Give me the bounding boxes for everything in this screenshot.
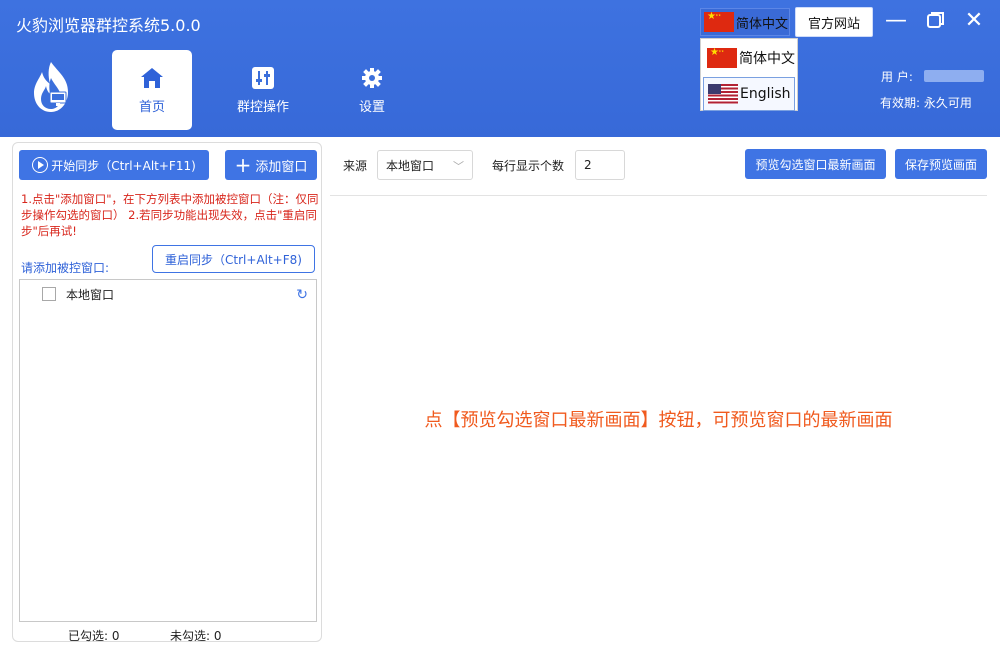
- sync-hint-text: 1.点击"添加窗口"，在下方列表中添加被控窗口（注：仅同步操作勾选的窗口） 2.…: [21, 192, 319, 238]
- restore-icon: [927, 12, 944, 28]
- china-flag-icon: [704, 11, 734, 32]
- add-window-label: 添加窗口: [255, 159, 308, 175]
- validity-label: 有效期: 永久可用: [880, 96, 972, 110]
- user-name-redacted: [924, 70, 984, 82]
- play-icon: [32, 157, 49, 173]
- refresh-icon[interactable]: ↻: [296, 287, 308, 303]
- language-current: 简体中文: [736, 16, 789, 32]
- home-icon: [141, 68, 163, 88]
- left-panel: 开始同步（Ctrl+Alt+F11) + 添加窗口 1.点击"添加窗口"，在下方…: [12, 142, 322, 643]
- window-name: 本地窗口: [66, 287, 115, 302]
- add-window-button[interactable]: + 添加窗口: [225, 150, 317, 180]
- tab-group-control[interactable]: 群控操作: [222, 50, 304, 130]
- minimize-icon[interactable]: —: [884, 10, 908, 34]
- gear-icon: [362, 68, 382, 88]
- window-checkbox[interactable]: [42, 287, 56, 301]
- window-list: 本地窗口 ↻: [19, 279, 317, 622]
- per-row-input[interactable]: 2: [575, 150, 625, 180]
- main-content: 开始同步（Ctrl+Alt+F11) + 添加窗口 1.点击"添加窗口"，在下方…: [0, 137, 1000, 650]
- start-sync-label: 开始同步（Ctrl+Alt+F11): [51, 158, 196, 173]
- tab-home-label: 首页: [138, 100, 165, 115]
- sliders-icon: [252, 67, 274, 89]
- language-option-label: English: [740, 86, 791, 102]
- source-label: 来源: [343, 159, 368, 173]
- plus-icon: +: [234, 153, 252, 177]
- language-option-chinese[interactable]: 简体中文: [703, 41, 795, 75]
- app-logo-icon: [34, 62, 68, 112]
- language-option-label: 简体中文: [739, 51, 795, 67]
- close-icon[interactable]: ✕: [962, 10, 986, 34]
- list-item[interactable]: 本地窗口 ↻: [20, 284, 316, 304]
- per-row-label: 每行显示个数: [492, 159, 565, 173]
- chevron-down-icon: ﹀: [453, 160, 464, 173]
- source-select-value: 本地窗口: [386, 158, 435, 173]
- official-site-button[interactable]: 官方网站: [795, 7, 873, 37]
- restart-sync-button[interactable]: 重启同步（Ctrl+Alt+F8): [152, 245, 315, 273]
- unchecked-count: 未勾选: 0: [170, 629, 222, 643]
- language-dropdown[interactable]: 简体中文: [700, 8, 790, 36]
- user-label: 用 户:: [881, 70, 913, 84]
- us-flag-icon: [708, 84, 738, 104]
- add-window-prompt: 请添加被控窗口:: [21, 261, 110, 275]
- preview-button[interactable]: 预览勾选窗口最新画面: [745, 149, 886, 179]
- source-select[interactable]: 本地窗口 ﹀: [377, 150, 473, 180]
- language-option-english[interactable]: English: [703, 77, 795, 111]
- tab-settings[interactable]: 设置: [332, 50, 412, 130]
- tab-home[interactable]: 首页: [112, 50, 192, 130]
- tab-settings-label: 设置: [358, 100, 385, 115]
- preview-message: 点【预览勾选窗口最新画面】按钮，可预览窗口的最新画面: [424, 410, 893, 431]
- maximize-icon[interactable]: [924, 10, 948, 34]
- language-menu: 简体中文 English: [700, 38, 798, 111]
- china-flag-icon: [707, 47, 737, 68]
- save-preview-button[interactable]: 保存预览画面: [895, 149, 987, 179]
- divider: [330, 195, 987, 196]
- title-bar: 火豹浏览器群控系统5.0.0 首页 群控操作 设置 ★ ⋆⋆ 简体中文 官方网站…: [0, 0, 1000, 137]
- app-title: 火豹浏览器群控系统5.0.0: [16, 16, 201, 35]
- checked-count: 已勾选: 0: [68, 629, 120, 643]
- tab-group-control-label: 群控操作: [236, 100, 289, 115]
- start-sync-button[interactable]: 开始同步（Ctrl+Alt+F11): [19, 150, 209, 180]
